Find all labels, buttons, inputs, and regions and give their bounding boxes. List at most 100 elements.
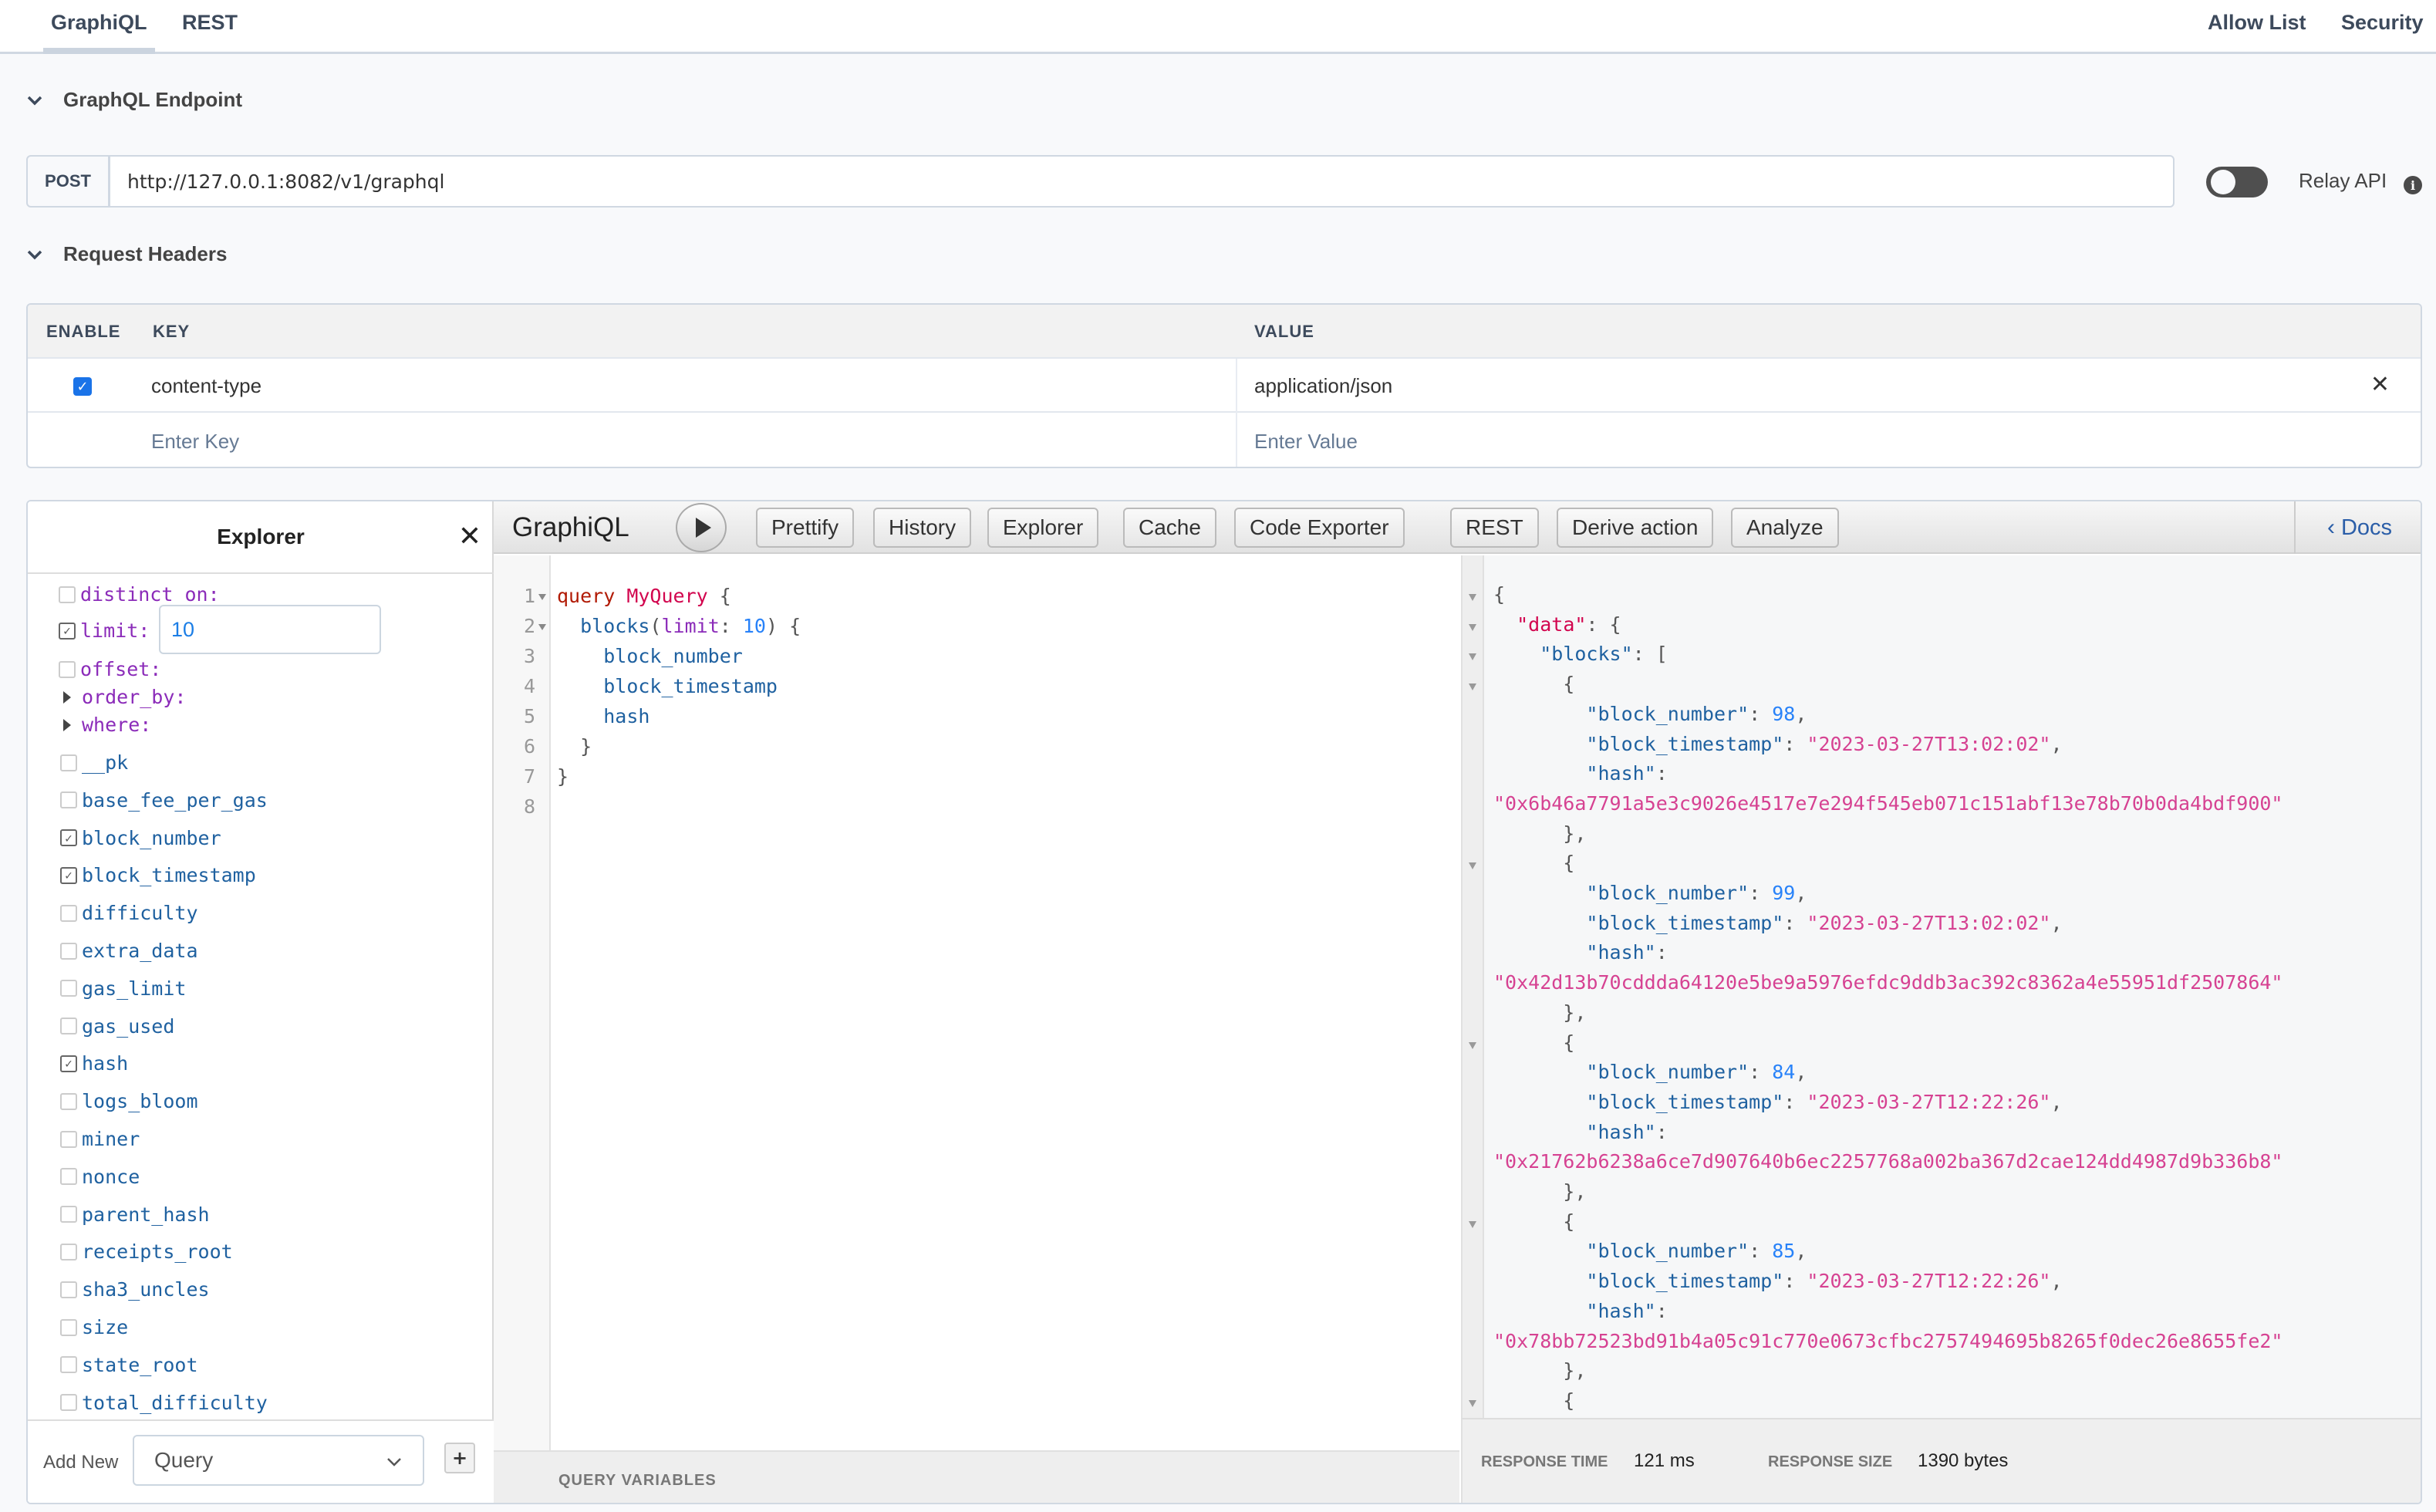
field-nonce[interactable]: nonce	[60, 1166, 140, 1188]
operation-type-select[interactable]: Query	[133, 1435, 424, 1486]
arg-offset[interactable]: offset:	[59, 658, 161, 680]
result-line: },	[1493, 1180, 1586, 1210]
field-pk[interactable]: __pk	[60, 751, 128, 774]
field-gas-used[interactable]: gas_used	[60, 1015, 174, 1038]
docs-button[interactable]: ‹ Docs	[2294, 501, 2421, 554]
tab-allow-list[interactable]: Allow List	[2208, 11, 2306, 35]
new-key-input[interactable]: Enter Key	[151, 430, 239, 454]
checkbox[interactable]	[59, 660, 76, 678]
fold-arrow-icon[interactable]	[1469, 1399, 1476, 1407]
query-variables-toggle[interactable]: QUERY VARIABLES	[494, 1450, 1459, 1503]
fold-arrow-icon[interactable]	[1469, 623, 1476, 631]
field-block-timestamp[interactable]: ✓ block_timestamp	[60, 864, 256, 886]
arg-order-by[interactable]: order_by:	[59, 686, 186, 708]
checkbox[interactable]	[60, 1394, 77, 1412]
tab-graphiql[interactable]: GraphiQL	[43, 11, 154, 54]
code-token: (	[649, 615, 662, 637]
field-difficulty[interactable]: difficulty	[60, 902, 198, 924]
tab-rest[interactable]: REST	[182, 11, 238, 35]
arg-limit[interactable]: ✓ limit:	[59, 619, 150, 642]
fold-arrow-icon[interactable]	[1469, 1041, 1476, 1049]
checkbox-checked[interactable]: ✓	[60, 829, 77, 847]
http-method: POST	[26, 155, 110, 208]
checkbox[interactable]	[60, 1018, 77, 1035]
checkbox[interactable]	[60, 1243, 77, 1261]
remove-header-icon[interactable]: ✕	[2370, 371, 2390, 398]
field-size[interactable]: size	[60, 1316, 128, 1338]
code-token: ,	[2050, 732, 2063, 755]
field-logs-bloom[interactable]: logs_bloom	[60, 1090, 198, 1112]
checkbox[interactable]	[60, 942, 77, 960]
query-editor[interactable]: 1 query MyQuery {2 blocks(limit: 10) {3 b…	[494, 555, 1459, 1450]
checkbox-checked[interactable]: ✓	[60, 1055, 77, 1072]
field-hash[interactable]: ✓ hash	[60, 1052, 128, 1075]
cache-button[interactable]: Cache	[1123, 508, 1216, 548]
result-line: {	[1493, 1210, 1574, 1240]
result-line: "hash":	[1493, 1120, 1668, 1151]
history-button[interactable]: History	[873, 508, 972, 548]
fold-arrow-icon[interactable]	[538, 594, 546, 600]
checkbox[interactable]	[60, 1092, 77, 1110]
header-value[interactable]: application/json	[1254, 374, 1392, 398]
fold-arrow-icon[interactable]	[1469, 683, 1476, 691]
checkbox[interactable]	[60, 754, 77, 771]
rest-button[interactable]: REST	[1450, 508, 1539, 548]
checkbox-checked[interactable]: ✓	[59, 622, 76, 640]
code-exporter-button[interactable]: Code Exporter	[1234, 508, 1405, 548]
derive-action-button[interactable]: Derive action	[1557, 508, 1714, 548]
column-divider	[1236, 359, 1237, 467]
new-value-input[interactable]: Enter Value	[1254, 430, 1358, 454]
checkbox-checked[interactable]: ✓	[60, 866, 77, 884]
checkbox[interactable]	[60, 1130, 77, 1148]
add-operation-button[interactable]: +	[444, 1443, 475, 1473]
checkbox[interactable]	[60, 904, 77, 922]
explorer-button[interactable]: Explorer	[987, 508, 1099, 548]
code-token: :	[1749, 1061, 1773, 1084]
result-viewer[interactable]: { "data": { "blocks": [ { "block_number"…	[1461, 555, 2421, 1418]
relay-api-toggle[interactable]	[2206, 167, 2268, 197]
field-gas-limit[interactable]: gas_limit	[60, 977, 186, 1000]
checkbox[interactable]	[60, 1206, 77, 1223]
info-icon[interactable]: i	[2404, 176, 2422, 194]
arg-where[interactable]: where:	[59, 714, 151, 736]
execute-query-button[interactable]	[676, 503, 727, 552]
checkbox[interactable]	[60, 1356, 77, 1374]
field-receipts-root[interactable]: receipts_root	[60, 1240, 233, 1263]
result-line: "block_number": 85,	[1493, 1240, 1807, 1270]
limit-input[interactable]: 10	[159, 605, 381, 654]
fold-arrow-icon[interactable]	[538, 624, 546, 630]
fold-arrow-icon[interactable]	[1469, 594, 1476, 601]
field-base-fee-per-gas[interactable]: base_fee_per_gas	[60, 789, 268, 812]
field-total-difficulty[interactable]: total_difficulty	[60, 1392, 268, 1414]
fold-arrow-icon[interactable]	[1469, 1220, 1476, 1228]
header-key[interactable]: content-type	[151, 374, 261, 398]
field-miner[interactable]: miner	[60, 1128, 140, 1150]
endpoint-url-input[interactable]: http://127.0.0.1:8082/v1/graphql	[109, 155, 2175, 208]
tab-security[interactable]: Security	[2341, 11, 2424, 35]
code-token: :	[1655, 1120, 1668, 1143]
result-line: "hash":	[1493, 762, 1667, 792]
close-icon[interactable]: ✕	[458, 523, 481, 551]
field-state-root[interactable]: state_root	[60, 1354, 198, 1376]
field-block-number[interactable]: ✓ block_number	[60, 827, 221, 849]
fold-arrow-icon[interactable]	[1469, 653, 1476, 661]
prettify-button[interactable]: Prettify	[756, 508, 855, 548]
field-parent-hash[interactable]: parent_hash	[60, 1203, 210, 1226]
field-extra-data[interactable]: extra_data	[60, 940, 198, 962]
checkbox[interactable]	[60, 980, 77, 997]
field-sha3-uncles[interactable]: sha3_uncles	[60, 1278, 210, 1301]
checkbox[interactable]	[60, 1281, 77, 1298]
fold-arrow-icon[interactable]	[1469, 862, 1476, 870]
endpoint-section-toggle[interactable]: GraphQL Endpoint	[25, 88, 242, 112]
arg-distinct-on[interactable]: distinct_on:	[59, 583, 220, 606]
checkbox[interactable]	[60, 1318, 77, 1336]
explorer-list[interactable]: distinct_on: ✓ limit: 10 offset: order_b…	[28, 575, 494, 1416]
analyze-button[interactable]: Analyze	[1731, 508, 1839, 548]
checkbox[interactable]	[59, 586, 76, 603]
checkbox[interactable]	[60, 1168, 77, 1186]
code-token: {	[1493, 1031, 1575, 1054]
request-headers-toggle[interactable]: Request Headers	[25, 242, 227, 266]
enable-checkbox[interactable]: ✓	[73, 377, 92, 396]
checkbox[interactable]	[60, 791, 77, 809]
